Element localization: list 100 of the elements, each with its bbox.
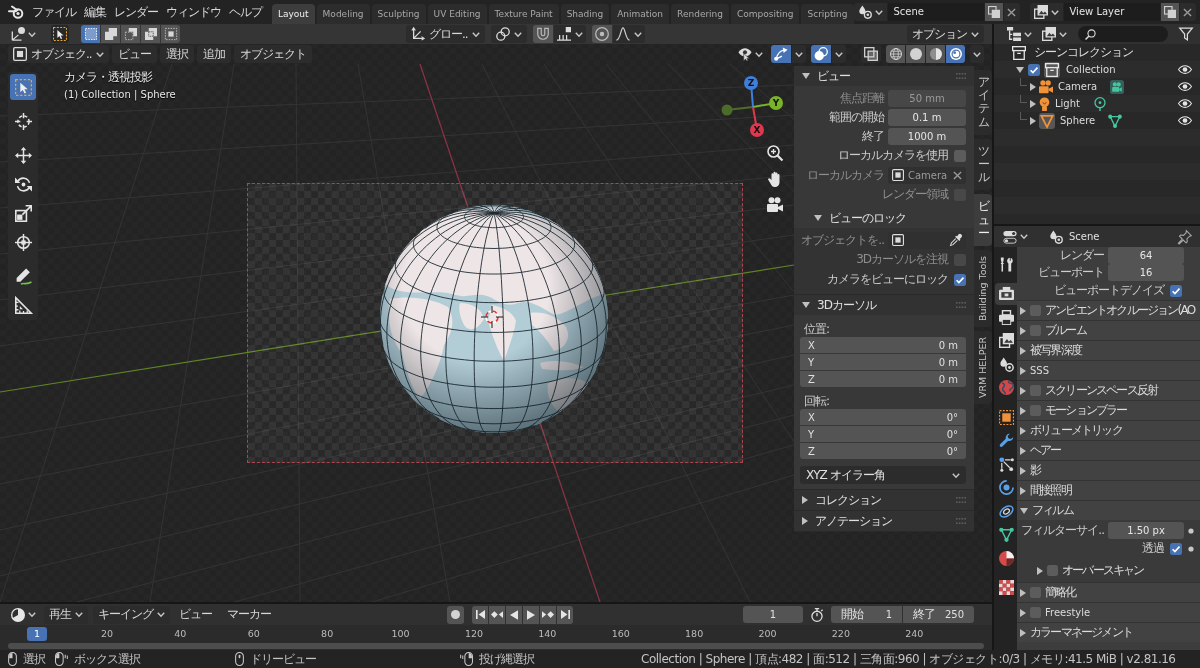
number-field[interactable]: Y 0° <box>800 426 966 442</box>
number-field[interactable]: Y 0 m <box>800 354 966 370</box>
pin-icon[interactable] <box>1178 229 1192 244</box>
panel-header[interactable]: カラーマネージメント <box>1017 623 1200 642</box>
number-field[interactable]: 16 <box>1108 264 1184 281</box>
panel-header[interactable]: フィルム <box>1017 501 1200 520</box>
start-frame-field[interactable]: 開始 1 <box>831 606 902 623</box>
playback-button[interactable] <box>540 605 556 624</box>
number-field[interactable]: 1000 m <box>888 127 966 145</box>
snap-toggle[interactable] <box>532 25 553 43</box>
menu-button[interactable]: ビュー <box>173 605 218 624</box>
checkbox[interactable] <box>1170 542 1182 555</box>
menu-button[interactable]: マーカー <box>221 605 277 624</box>
checkbox[interactable] <box>1030 385 1041 396</box>
workspace-tab[interactable]: UV Editing <box>427 4 487 24</box>
axis-handle[interactable] <box>721 104 754 116</box>
outliner-item[interactable]: Light <box>1055 98 1080 109</box>
panel-header[interactable]: コレクション <box>794 490 974 510</box>
number-field[interactable]: Z 0 m <box>800 371 966 387</box>
triangle-right-icon[interactable] <box>1020 628 1026 637</box>
menu-item[interactable]: ファイル <box>28 2 80 22</box>
end-frame-field[interactable]: 終了 250 <box>903 606 974 623</box>
panel-header[interactable]: ビュー <box>794 66 974 86</box>
sidebar-tab[interactable]: アイテム <box>974 70 992 135</box>
outliner-item[interactable]: Sphere <box>1060 115 1096 126</box>
triangle-right-icon[interactable] <box>1020 608 1026 617</box>
workspace-tab[interactable]: Layout <box>272 4 315 24</box>
menu-dropdown[interactable]: キーイング <box>93 605 170 624</box>
checkbox[interactable] <box>1030 325 1041 336</box>
eye-icon[interactable] <box>1178 116 1192 125</box>
active-tool-button[interactable] <box>51 25 69 43</box>
cursor-crosshair-icon[interactable] <box>481 306 503 328</box>
eye-icon[interactable] <box>1178 65 1192 74</box>
triangle-down-icon[interactable] <box>1016 66 1024 73</box>
selection-mode-button[interactable] <box>121 25 140 43</box>
outliner-item[interactable]: Collection <box>1066 64 1116 75</box>
panel-header[interactable]: 3Dカーソル <box>794 295 974 315</box>
panel-header[interactable]: 影 <box>1017 461 1200 480</box>
triangle-down-icon[interactable] <box>1020 507 1028 514</box>
browse-button[interactable] <box>1029 3 1063 21</box>
triangle-right-icon[interactable] <box>1020 406 1026 415</box>
workspace-tab[interactable]: Texture Paint <box>488 4 559 24</box>
panel-header[interactable]: SSS <box>1017 361 1200 380</box>
menu-button[interactable]: ビュー <box>111 45 157 63</box>
checkbox[interactable] <box>1047 565 1058 576</box>
panel-header[interactable]: Freestyle <box>1017 603 1200 622</box>
panel-header[interactable]: 簡略化 <box>1017 583 1200 602</box>
light-ring-icon[interactable] <box>1092 96 1107 111</box>
number-field[interactable]: 64 <box>1108 247 1184 264</box>
number-field[interactable]: 1.50 px <box>1108 522 1184 539</box>
triangle-down-icon[interactable] <box>802 73 810 79</box>
checkbox[interactable] <box>1170 284 1182 297</box>
menu-button[interactable]: 追加 <box>196 45 231 63</box>
checkbox[interactable] <box>954 149 966 162</box>
triangle-right-icon[interactable] <box>1020 466 1026 475</box>
close-button[interactable] <box>1003 3 1020 21</box>
menu-button[interactable]: 選択 <box>159 45 194 63</box>
workspace-tab[interactable]: Shading <box>560 4 610 24</box>
workspace-tab[interactable]: Rendering <box>671 4 730 24</box>
triangle-vertices-icon[interactable] <box>1108 113 1123 128</box>
triangle-right-icon[interactable] <box>1020 486 1026 495</box>
selection-mode-button[interactable] <box>101 25 120 43</box>
panel-header[interactable]: モーションブラー <box>1017 401 1200 420</box>
triangle-right-icon[interactable] <box>802 496 808 504</box>
triangle-right-icon[interactable] <box>1030 116 1036 125</box>
shading-button[interactable] <box>926 45 945 63</box>
triangle-down-icon[interactable] <box>802 302 810 308</box>
checkbox[interactable] <box>1030 405 1041 416</box>
panel-header[interactable]: アノテーション <box>794 511 974 531</box>
checkbox[interactable] <box>954 273 966 286</box>
close-button[interactable] <box>1179 3 1196 21</box>
browse-button[interactable] <box>853 3 887 21</box>
panel-header[interactable]: アンビエントオクルージョン(AO <box>1017 301 1200 320</box>
panel-header[interactable]: 被写界深度 <box>1017 341 1200 360</box>
panel-header[interactable]: ヘアー <box>1017 441 1200 460</box>
sidebar-tab[interactable]: ツール <box>974 138 992 191</box>
workspace-tab[interactable]: Compositing <box>731 4 800 24</box>
number-field[interactable]: X 0° <box>800 409 966 425</box>
shading-button[interactable] <box>946 45 965 63</box>
eyedropper-icon[interactable] <box>950 234 962 246</box>
playback-button[interactable] <box>506 605 522 624</box>
sidebar-tab[interactable]: Building Tools <box>974 249 992 327</box>
panel-header[interactable]: ブルーム <box>1017 321 1200 340</box>
filter-button[interactable] <box>1176 25 1196 43</box>
sidebar-tab[interactable]: VRM HELPER <box>974 330 992 404</box>
menu-button[interactable]: オブジェクト <box>233 45 312 63</box>
grip-icon[interactable] <box>956 518 966 524</box>
falloff-dropdown[interactable] <box>612 25 645 43</box>
workspace-tab[interactable]: Modeling <box>316 4 370 24</box>
scene-field[interactable]: Scene <box>887 3 984 21</box>
panel-header[interactable]: 間接照明 <box>1017 481 1200 500</box>
movie-camera-icon[interactable] <box>1110 79 1125 94</box>
gizmo-toggle[interactable] <box>771 45 791 63</box>
grip-icon[interactable] <box>956 497 966 503</box>
number-field[interactable]: 0.1 m <box>888 108 966 126</box>
triangle-right-icon[interactable] <box>1020 588 1026 597</box>
number-field[interactable]: X 0 m <box>800 337 966 353</box>
playback-button[interactable] <box>472 605 488 624</box>
triangle-right-icon[interactable] <box>1030 82 1036 91</box>
triangle-right-icon[interactable] <box>1020 426 1026 435</box>
